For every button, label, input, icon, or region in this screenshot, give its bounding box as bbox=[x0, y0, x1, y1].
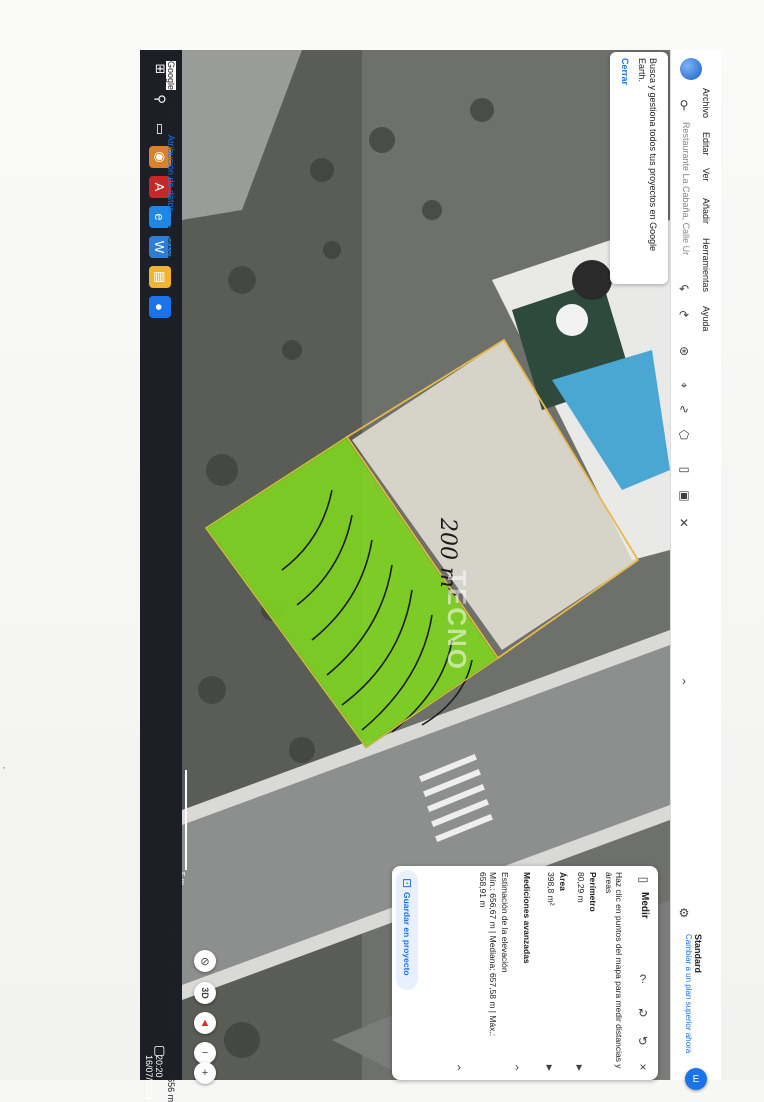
perimeter-unit-dropdown-icon[interactable]: ▾ bbox=[572, 1060, 586, 1074]
chevron-down-icon[interactable]: › bbox=[677, 674, 691, 688]
image-icon[interactable]: ▣ bbox=[677, 488, 691, 502]
scan-mark: · bbox=[2, 760, 6, 774]
street-view-icon[interactable]: ▲ bbox=[194, 1012, 216, 1034]
measure-panel: ▭ Medir ? ↻ ↺ × Haz clic en puntos del m… bbox=[392, 866, 658, 1080]
redo-icon[interactable]: ↻ bbox=[636, 1006, 650, 1020]
zoom-out-button[interactable]: − bbox=[194, 1042, 216, 1064]
menu-ver[interactable]: Ver bbox=[701, 168, 711, 182]
taskbar-date: 16/07/2024 bbox=[144, 1055, 154, 1101]
projects-tooltip: Busca y gestiona todos tus proyectos en … bbox=[610, 52, 668, 284]
perimeter-label: Perímetro bbox=[588, 872, 598, 912]
menu-anadir[interactable]: Añadir bbox=[701, 198, 711, 224]
area-value: 398,8 m² bbox=[546, 872, 556, 906]
save-to-project-button[interactable]: ⊡ Guardar en proyecto bbox=[396, 870, 418, 990]
tooltip-text: Busca y gestiona todos tus proyectos en … bbox=[637, 58, 658, 252]
undo-icon[interactable]: ↶ bbox=[677, 282, 691, 296]
redo-icon[interactable]: ↷ bbox=[677, 308, 691, 322]
help-icon[interactable]: ? bbox=[636, 972, 650, 986]
menu-ayuda[interactable]: Ayuda bbox=[701, 306, 711, 331]
zoom-in-button[interactable]: + bbox=[194, 1062, 216, 1084]
camera-altitude: Cámara: 716 m bbox=[166, 923, 176, 986]
perimeter-value: 80,29 m bbox=[576, 872, 586, 903]
path-icon[interactable]: ∿ bbox=[677, 402, 691, 416]
google-earth-header: Archivo Editar Ver Añadir Herramientas A… bbox=[670, 50, 721, 1090]
account-avatar[interactable]: E bbox=[685, 1068, 707, 1090]
advanced-measurements-label[interactable]: Mediciones avanzadas bbox=[522, 872, 532, 964]
tooltip-close-link[interactable]: Cerrar bbox=[620, 58, 630, 85]
upgrade-link[interactable]: Cambiar a un plan superior ahora bbox=[684, 934, 693, 1053]
advanced-expand-icon[interactable]: › bbox=[510, 1060, 524, 1074]
placemark-icon[interactable]: ⌖ bbox=[677, 378, 691, 392]
close-icon[interactable]: × bbox=[636, 1060, 650, 1074]
data-attribution-link[interactable]: Atribución de datos bbox=[166, 135, 176, 212]
measure-title: Medir bbox=[639, 892, 650, 919]
attribution: Google bbox=[166, 61, 176, 91]
satellite-icon[interactable]: ✕ bbox=[677, 516, 691, 530]
view-style-title: Standard bbox=[693, 934, 703, 974]
menu-archivo[interactable]: Archivo bbox=[701, 88, 711, 118]
coordinates: 37°12'59"N 3°40'57"W 656 m bbox=[166, 985, 176, 1102]
menu-editar[interactable]: Editar bbox=[701, 132, 711, 156]
watermark: TECNO bbox=[442, 570, 472, 671]
history-icon[interactable]: ⊛ bbox=[677, 344, 691, 358]
zoom-level: 100 % bbox=[166, 105, 176, 131]
scale-label: 5 m bbox=[182, 872, 186, 885]
polygon-icon[interactable]: ⬠ bbox=[677, 428, 691, 442]
status-bar: Google 100 % Atribución de datos 14/6/20… bbox=[144, 55, 180, 1102]
search-icon[interactable]: ⚲ bbox=[677, 98, 691, 112]
area-label: Área bbox=[558, 872, 568, 891]
save-icon: ⊡ bbox=[401, 876, 413, 890]
search-input[interactable]: Restaurante La Cabaña, Calle Ur bbox=[681, 122, 691, 255]
google-earth-logo bbox=[680, 58, 702, 80]
area-unit-dropdown-icon[interactable]: ▾ bbox=[542, 1060, 556, 1074]
toggle-3d-button[interactable]: 3D bbox=[194, 982, 216, 1004]
compass-icon[interactable]: ⊘ bbox=[194, 950, 216, 972]
gear-icon[interactable]: ⚙ bbox=[677, 906, 691, 920]
taskbar-time: 20:20 bbox=[154, 1055, 164, 1078]
imagery-date: 14/6/2023 bbox=[166, 225, 176, 266]
elevation-values: Mín.: 656,67 m | Mediana: 657,58 m | Máx… bbox=[478, 872, 498, 1037]
menu-herramientas[interactable]: Herramientas bbox=[701, 238, 711, 292]
elevation-expand-icon[interactable]: › bbox=[452, 1060, 466, 1074]
save-label: Guardar en proyecto bbox=[402, 892, 412, 976]
elevation-label: Estimación de la elevación bbox=[500, 872, 510, 973]
ruler-icon: ▭ bbox=[637, 872, 649, 886]
undo-icon[interactable]: ↺ bbox=[636, 1034, 650, 1048]
measure-instruction: Haz clic en puntos del mapa para medir d… bbox=[604, 872, 624, 1069]
ruler-tool-icon[interactable]: ▭ bbox=[677, 462, 691, 476]
